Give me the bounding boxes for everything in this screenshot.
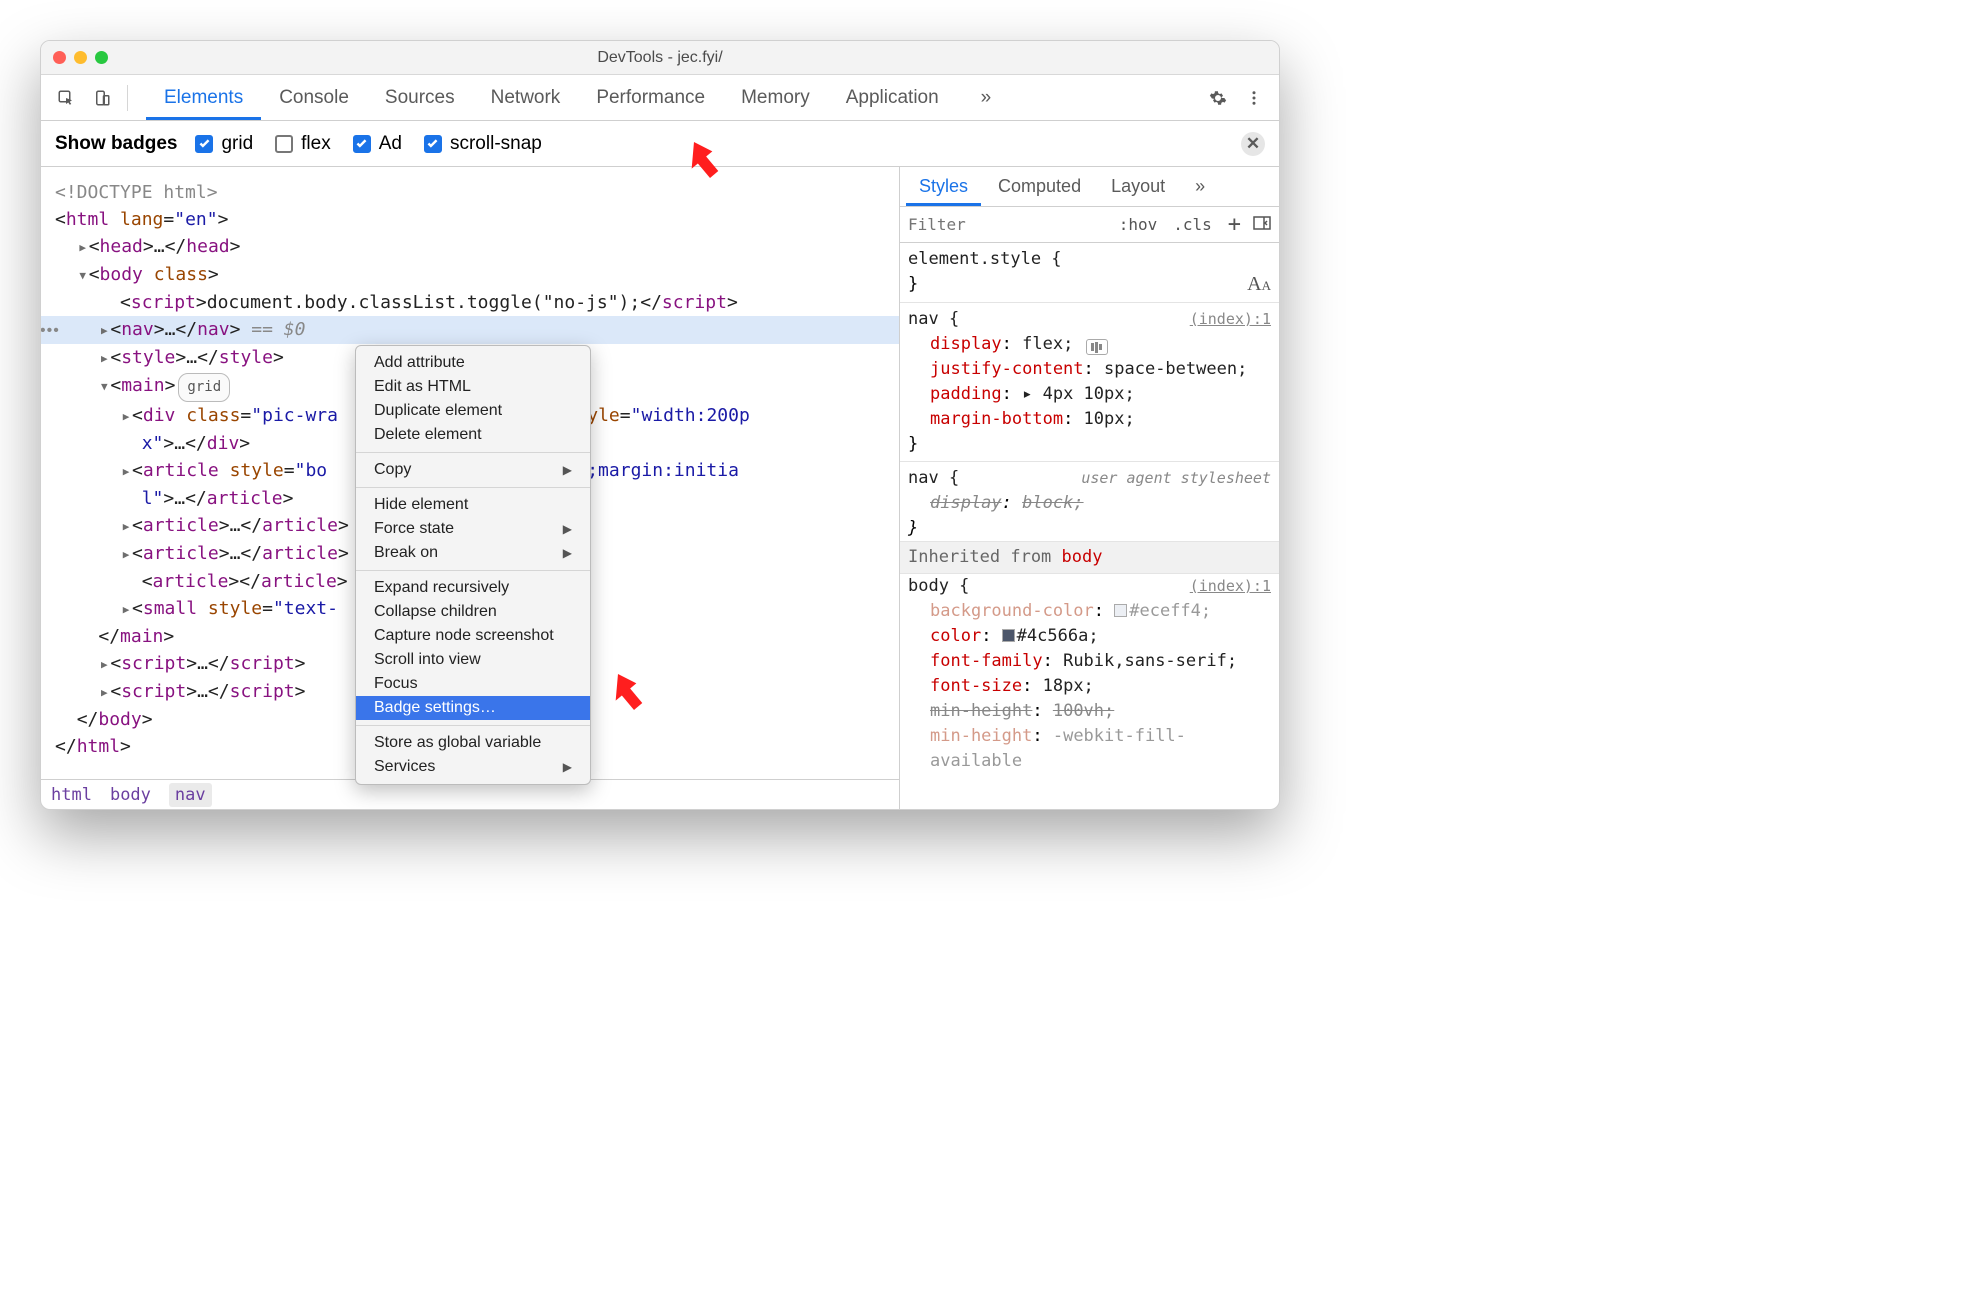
sidebar-tab-layout[interactable]: Layout xyxy=(1098,168,1178,205)
context-menu: Add attributeEdit as HTMLDuplicate eleme… xyxy=(355,345,591,785)
context-menu-item[interactable]: Capture node screenshot xyxy=(356,624,590,648)
breadcrumb-body[interactable]: body xyxy=(110,785,151,805)
styles-filter-input[interactable] xyxy=(908,215,1008,234)
tab-console[interactable]: Console xyxy=(261,76,367,120)
context-menu-item[interactable]: Collapse children xyxy=(356,600,590,624)
context-menu-item[interactable]: Hide element xyxy=(356,493,590,517)
context-menu-item[interactable]: Add attribute xyxy=(356,351,590,375)
sidebar-more-tabs[interactable]: » xyxy=(1182,168,1218,205)
context-menu-item[interactable]: Force state▶ xyxy=(356,517,590,541)
badge-checkbox-scroll-snap[interactable]: scroll-snap xyxy=(424,133,542,155)
sidebar-tabs: StylesComputedLayout» xyxy=(900,167,1279,207)
devtools-window: DevTools - jec.fyi/ ElementsConsoleSourc… xyxy=(40,40,1280,810)
annotation-arrow-icon xyxy=(675,133,729,187)
annotation-arrow-icon xyxy=(599,665,653,719)
device-toolbar-icon[interactable] xyxy=(87,83,117,113)
main-tabs: ElementsConsoleSourcesNetworkPerformance… xyxy=(146,76,957,120)
window-title: DevTools - jec.fyi/ xyxy=(41,49,1279,67)
sidebar-tab-styles[interactable]: Styles xyxy=(906,168,981,206)
context-menu-item[interactable]: Duplicate element xyxy=(356,399,590,423)
badge-checkbox-Ad[interactable]: Ad xyxy=(353,133,402,155)
styles-pane: StylesComputedLayout» :hov .cls + elemen… xyxy=(899,167,1279,809)
context-menu-item[interactable]: Services▶ xyxy=(356,755,590,779)
inspect-element-icon[interactable] xyxy=(51,83,81,113)
context-menu-item[interactable]: Store as global variable xyxy=(356,731,590,755)
more-tabs-button[interactable]: » xyxy=(963,76,1010,119)
cls-toggle[interactable]: .cls xyxy=(1169,215,1216,234)
kebab-menu-icon[interactable] xyxy=(1239,83,1269,113)
tab-memory[interactable]: Memory xyxy=(723,76,828,120)
computed-sidebar-toggle-icon[interactable] xyxy=(1253,215,1271,234)
context-menu-item[interactable]: Delete element xyxy=(356,423,590,447)
styles-filter-row: :hov .cls + xyxy=(900,207,1279,243)
context-menu-item[interactable]: Scroll into view xyxy=(356,648,590,672)
breadcrumb-html[interactable]: html xyxy=(51,785,92,805)
tab-application[interactable]: Application xyxy=(828,76,957,120)
settings-icon[interactable] xyxy=(1203,83,1233,113)
titlebar: DevTools - jec.fyi/ xyxy=(41,41,1279,75)
styles-rules[interactable]: element.style {}AAnav {(index):1display:… xyxy=(900,243,1279,809)
close-badges-bar-button[interactable]: ✕ xyxy=(1241,132,1265,156)
tab-elements[interactable]: Elements xyxy=(146,76,261,120)
context-menu-item[interactable]: Edit as HTML xyxy=(356,375,590,399)
new-style-rule-button[interactable]: + xyxy=(1224,212,1245,237)
badge-checkbox-grid[interactable]: grid xyxy=(195,133,253,155)
badges-bar: Show badges grid flex Ad scroll-snap ✕ xyxy=(41,121,1279,167)
tab-sources[interactable]: Sources xyxy=(367,76,473,120)
context-menu-item[interactable]: Focus xyxy=(356,672,590,696)
divider xyxy=(127,85,128,111)
context-menu-item[interactable]: Break on▶ xyxy=(356,541,590,565)
context-menu-item[interactable]: Copy▶ xyxy=(356,458,590,482)
elements-panel: ••• <!DOCTYPE html><html lang="en"> ▶<he… xyxy=(41,167,899,809)
breadcrumb-nav[interactable]: nav xyxy=(169,783,212,807)
main-toolbar: ElementsConsoleSourcesNetworkPerformance… xyxy=(41,75,1279,121)
badge-checkbox-flex[interactable]: flex xyxy=(275,133,331,155)
badges-label: Show badges xyxy=(55,133,177,155)
hov-toggle[interactable]: :hov xyxy=(1115,215,1162,234)
context-menu-item[interactable]: Badge settings… xyxy=(356,696,590,720)
tab-network[interactable]: Network xyxy=(473,76,579,120)
gutter-ellipsis-icon[interactable]: ••• xyxy=(40,322,60,340)
context-menu-item[interactable]: Expand recursively xyxy=(356,576,590,600)
sidebar-tab-computed[interactable]: Computed xyxy=(985,168,1094,205)
tab-performance[interactable]: Performance xyxy=(578,76,723,120)
